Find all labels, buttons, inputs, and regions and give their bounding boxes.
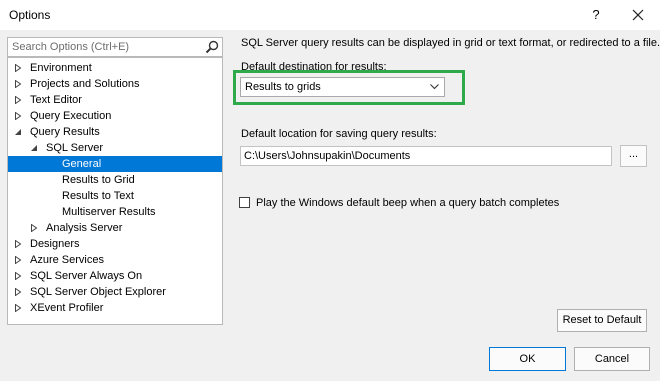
expand-arrow-icon[interactable] (14, 288, 22, 296)
reset-to-default-button[interactable]: Reset to Default (557, 309, 647, 332)
tree-item-results-to-grid[interactable]: Results to Grid (8, 172, 222, 188)
tree-item-multiserver-results[interactable]: Multiserver Results (8, 204, 222, 220)
tree-item-projects-and-solutions[interactable]: Projects and Solutions (8, 76, 222, 92)
help-button[interactable]: ? (586, 6, 606, 24)
cancel-button[interactable]: Cancel (574, 347, 650, 371)
tree-item-sql-server-always-on[interactable]: SQL Server Always On (8, 268, 222, 284)
tree-item-label: Query Results (30, 126, 100, 138)
tree-item-label: Designers (30, 238, 80, 250)
expand-arrow-icon[interactable] (14, 240, 22, 248)
collapse-arrow-icon[interactable] (14, 128, 22, 136)
expand-arrow-icon[interactable] (14, 80, 22, 88)
tree-item-label: Analysis Server (46, 222, 123, 234)
chevron-down-icon (430, 84, 439, 90)
expand-arrow-icon[interactable] (14, 272, 22, 280)
tree-item-xevent-profiler[interactable]: XEvent Profiler (8, 300, 222, 316)
tree-item-label: Results to Grid (62, 174, 135, 186)
tree-item-text-editor[interactable]: Text Editor (8, 92, 222, 108)
expand-arrow-icon[interactable] (14, 304, 22, 312)
tree-item-label: SQL Server (46, 142, 104, 154)
tree-item-query-execution[interactable]: Query Execution (8, 108, 222, 124)
browse-button[interactable]: ... (620, 145, 647, 167)
tree-item-label: Azure Services (30, 254, 104, 266)
tree-item-sql-server[interactable]: SQL Server (8, 140, 222, 156)
expand-arrow-icon[interactable] (14, 96, 22, 104)
tree-item-environment[interactable]: Environment (8, 60, 222, 76)
tree-item-label: XEvent Profiler (30, 302, 104, 314)
tree-item-label: Text Editor (30, 94, 82, 106)
expand-arrow-icon[interactable] (14, 64, 22, 72)
tree-item-label: Query Execution (30, 110, 112, 122)
tree-item-label: Projects and Solutions (30, 78, 140, 90)
collapse-arrow-icon[interactable] (30, 144, 38, 152)
tree-item-label: Multiserver Results (62, 206, 156, 218)
tree-item-sql-server-object-explorer[interactable]: SQL Server Object Explorer (8, 284, 222, 300)
close-button[interactable] (628, 5, 648, 25)
search-input[interactable] (8, 38, 202, 56)
options-tree: Environment Projects and Solutions Text Ed… (7, 57, 223, 325)
tree-item-label: SQL Server Object Explorer (30, 286, 166, 298)
tree-item-label: Results to Text (62, 190, 134, 202)
window-title: Options (9, 8, 51, 22)
tree-item-label: SQL Server Always On (30, 270, 143, 282)
title-bar: Options ? (0, 0, 660, 30)
tree-item-query-results[interactable]: Query Results (8, 124, 222, 140)
close-icon (632, 9, 644, 21)
tree-item-general[interactable]: General (8, 156, 222, 172)
expand-arrow-icon[interactable] (14, 256, 22, 264)
ok-button[interactable]: OK (489, 347, 566, 371)
tree-item-label: Environment (30, 62, 92, 74)
search-icon[interactable] (205, 40, 219, 54)
search-box (7, 37, 223, 57)
tree-item-designers[interactable]: Designers (8, 236, 222, 252)
tree-item-label: General (62, 158, 102, 170)
location-input[interactable]: C:\Users\Johnsupakin\Documents (240, 146, 612, 166)
panel-description: SQL Server query results can be displaye… (241, 37, 660, 49)
tree-item-results-to-text[interactable]: Results to Text (8, 188, 222, 204)
expand-arrow-icon[interactable] (14, 112, 22, 120)
location-label: Default location for saving query result… (241, 128, 437, 140)
beep-checkbox[interactable] (239, 197, 250, 208)
tree-item-azure-services[interactable]: Azure Services (8, 252, 222, 268)
expand-arrow-icon[interactable] (30, 224, 38, 232)
destination-select[interactable]: Results to grids (240, 77, 445, 97)
destination-select-value: Results to grids (245, 81, 321, 93)
beep-checkbox-label[interactable]: Play the Windows default beep when a que… (256, 197, 559, 209)
tree-item-analysis-server[interactable]: Analysis Server (8, 220, 222, 236)
